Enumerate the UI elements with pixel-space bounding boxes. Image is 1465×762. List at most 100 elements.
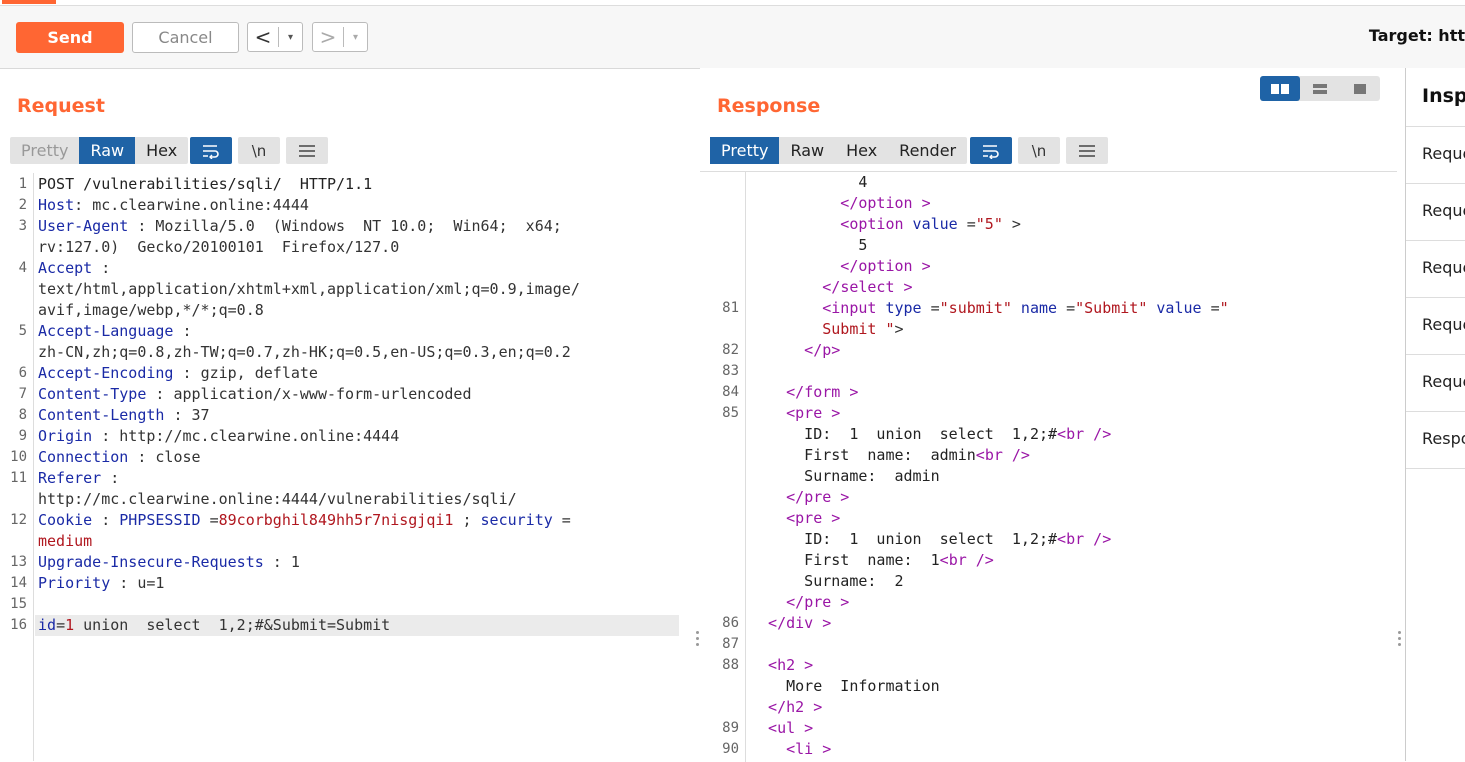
code-token: ID: 1 union select 1,2;# — [750, 530, 1058, 548]
code-token: security — [480, 511, 553, 529]
panel-splitter-handle[interactable] — [1398, 631, 1402, 646]
menu-icon[interactable] — [286, 137, 328, 164]
newline-icon[interactable]: \n — [238, 137, 280, 164]
tab-hex[interactable]: Hex — [835, 137, 888, 164]
code-token: < — [750, 656, 778, 674]
code-line: <pre > — [750, 403, 840, 424]
code-token: = — [957, 215, 976, 233]
code-token: Host — [38, 196, 75, 214]
code-token: name — [1011, 299, 1058, 317]
inspector-row-label: Reque — [1422, 201, 1465, 220]
code-token: ; — [453, 511, 481, 529]
code-token: </ — [750, 614, 787, 632]
code-token: = — [921, 299, 940, 317]
code-token: div — [786, 614, 814, 632]
side-by-side-icon[interactable] — [1260, 76, 1300, 101]
code-token: rv:127.0) Gecko/20100101 Firefox/127.0 — [38, 238, 400, 256]
single-icon[interactable] — [1340, 76, 1380, 101]
code-token: pre — [804, 488, 832, 506]
code-token: br — [984, 446, 1003, 464]
tab-render[interactable]: Render — [888, 137, 967, 164]
code-token: : — [173, 322, 192, 340]
line-number: 2 — [18, 197, 27, 213]
code-token: id — [38, 616, 57, 634]
code-token: </ — [750, 257, 859, 275]
inspector-row[interactable]: Reque — [1406, 297, 1465, 354]
inspector-row[interactable]: Reque — [1406, 240, 1465, 297]
cancel-button[interactable]: Cancel — [132, 22, 239, 53]
code-token: mc.clearwine.online:4444 — [92, 196, 309, 214]
code-token: First name: 1 — [750, 551, 940, 569]
code-token: PHPSESSID — [119, 511, 201, 529]
code-token: text/html,application/xhtml+xml,applicat… — [38, 280, 580, 298]
code-line: Upgrade-Insecure-Requests : 1 — [38, 552, 300, 573]
line-number: 6 — [18, 365, 27, 381]
code-line: <pre > — [750, 508, 840, 529]
stacked-icon[interactable] — [1300, 76, 1340, 101]
target-label[interactable]: Target: htt — [1369, 26, 1465, 45]
send-button[interactable]: Send — [16, 22, 124, 53]
tab-pretty[interactable]: Pretty — [10, 137, 79, 164]
line-number: 4 — [18, 260, 27, 276]
line-number: 90 — [722, 741, 739, 757]
code-line: Priority : u=1 — [38, 573, 164, 594]
tab-raw[interactable]: Raw — [779, 137, 835, 164]
code-token: : — [110, 574, 138, 592]
toolbar: Send Cancel < ▾ > ▾ Target: htt — [0, 6, 1465, 69]
code-token: /> — [1084, 530, 1112, 548]
code-line: </pre > — [750, 487, 849, 508]
code-token: 4 — [750, 173, 868, 191]
code-token: < — [1057, 425, 1067, 443]
code-token: = — [552, 511, 571, 529]
tab-pretty[interactable]: Pretty — [710, 137, 780, 164]
chevron-down-icon[interactable]: ▾ — [279, 32, 302, 43]
code-token: " — [876, 320, 895, 338]
line-number: 3 — [18, 218, 27, 234]
code-token: gzip, deflate — [200, 364, 318, 382]
forward-history-button[interactable]: > ▾ — [312, 22, 368, 52]
forward-arrow-icon: > — [319, 25, 337, 49]
code-token: Submit — [750, 320, 877, 338]
code-line: Connection : close — [38, 447, 201, 468]
back-history-button[interactable]: < ▾ — [247, 22, 303, 52]
line-number: 86 — [722, 615, 739, 631]
inspector-row[interactable]: Reque — [1406, 354, 1465, 411]
code-token: Surname: admin — [750, 467, 940, 485]
code-token: < — [939, 551, 949, 569]
code-token: = — [1201, 299, 1220, 317]
wrap-lines-icon[interactable] — [190, 137, 232, 164]
inspector-row-label: Reque — [1422, 144, 1465, 163]
response-editor[interactable]: 4 </option > <option value ="5" > 5 </op… — [700, 171, 1397, 762]
wrap-lines-icon[interactable] — [970, 137, 1012, 164]
code-token: Accept — [38, 259, 93, 277]
code-line: Content-Length : 37 — [38, 405, 210, 426]
code-line: Surname: admin — [750, 466, 940, 487]
code-token: > — [831, 488, 850, 506]
code-token: < — [750, 509, 796, 527]
code-token: close — [155, 448, 201, 466]
code-line: </p> — [750, 340, 840, 361]
inspector-row[interactable]: Respo — [1406, 411, 1465, 469]
code-token: > — [822, 404, 841, 422]
tab-raw[interactable]: Raw — [79, 137, 136, 164]
code-token: : — [74, 196, 93, 214]
inspector-row[interactable]: Reque — [1406, 126, 1465, 183]
chevron-down-icon[interactable]: ▾ — [344, 32, 367, 43]
code-line: id=1 union select 1,2;#&Submit=Submit — [38, 615, 390, 636]
back-arrow-icon: < — [254, 25, 272, 49]
code-line: 4 — [750, 172, 867, 193]
code-line: avif,image/webp,*/*;q=0.8 — [38, 300, 264, 321]
code-token: < — [750, 215, 850, 233]
newline-icon[interactable]: \n — [1018, 137, 1060, 164]
inspector-row[interactable]: Reque — [1406, 183, 1465, 240]
request-editor[interactable]: 1 POST /vulnerabilities/sqli/ HTTP/1.1 2 Ho… — [0, 173, 693, 761]
tab-hex[interactable]: Hex — [135, 137, 188, 164]
code-token: http://mc.clearwine.online:4444 — [119, 427, 400, 445]
code-token: type — [876, 299, 922, 317]
code-token: : — [263, 553, 291, 571]
menu-icon[interactable] — [1066, 137, 1108, 164]
line-number: 82 — [722, 342, 739, 358]
code-token: > — [813, 740, 832, 758]
code-token: br — [948, 551, 967, 569]
line-number: 1 — [18, 176, 27, 192]
